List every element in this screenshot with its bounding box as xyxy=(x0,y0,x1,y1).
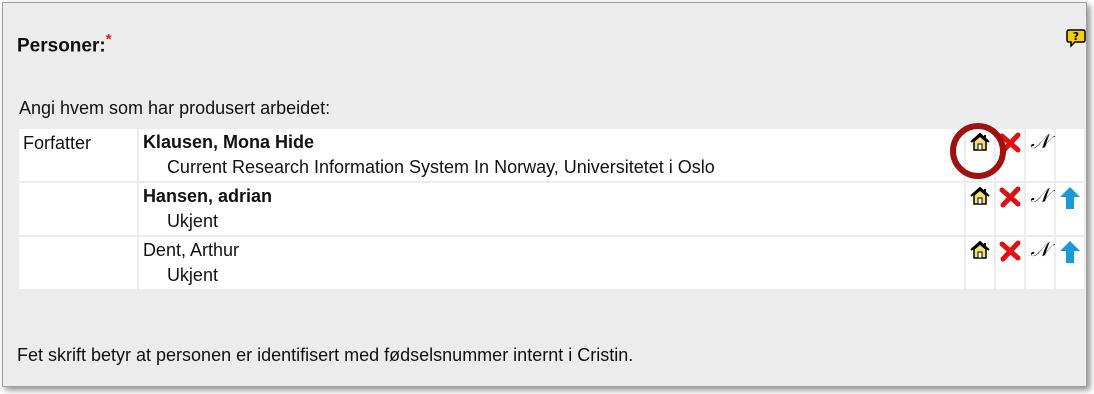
person-affiliation: Ukjent xyxy=(166,265,218,285)
n-icon[interactable]: 𝒩 xyxy=(1026,184,1054,206)
delete-x-icon[interactable] xyxy=(999,240,1021,262)
delete-x-icon[interactable] xyxy=(999,132,1021,154)
action-cell xyxy=(996,237,1024,289)
role-label: Forfatter xyxy=(23,133,92,153)
action-cell: 𝒩 xyxy=(1026,129,1054,181)
table-row: Forfatter Klausen, Mona Hide Current Res… xyxy=(19,129,1084,181)
role-cell xyxy=(19,237,137,289)
table-row: Dent, Arthur Ukjent 𝒩 xyxy=(19,237,1084,289)
person-name: Hansen, adrian xyxy=(142,186,272,206)
comment-question-icon[interactable]: ? xyxy=(1066,28,1086,48)
role-cell: Forfatter xyxy=(19,129,137,181)
n-icon[interactable]: 𝒩 xyxy=(1026,130,1054,152)
person-cell: Klausen, Mona Hide Current Research Info… xyxy=(138,129,965,181)
svg-text:?: ? xyxy=(1073,30,1079,43)
delete-x-icon[interactable] xyxy=(999,186,1021,208)
home-icon[interactable] xyxy=(969,240,991,260)
intro-text: Angi hvem som har produsert arbeidet: xyxy=(19,98,331,118)
person-cell: Hansen, adrian Ukjent xyxy=(138,183,965,235)
required-marker: * xyxy=(105,31,112,48)
persons-panel: Personer:* ? Angi hvem som har produsert… xyxy=(2,2,1087,387)
table-row: Hansen, adrian Ukjent 𝒩 xyxy=(19,183,1084,235)
section-title-text: Personer: xyxy=(17,35,106,57)
move-up-arrow-icon[interactable] xyxy=(1059,240,1081,264)
action-cell xyxy=(1055,183,1084,235)
action-cell xyxy=(996,183,1024,235)
action-cell xyxy=(1055,237,1084,289)
action-cell: 𝒩 xyxy=(1026,183,1054,235)
home-icon[interactable] xyxy=(969,132,991,152)
person-name: Klausen, Mona Hide xyxy=(142,132,314,152)
footer-note: Fet skrift betyr at personen er identifi… xyxy=(17,345,634,365)
persons-table: Forfatter Klausen, Mona Hide Current Res… xyxy=(17,127,1086,291)
n-icon[interactable]: 𝒩 xyxy=(1026,238,1054,260)
action-cell xyxy=(996,129,1024,181)
action-cell xyxy=(966,237,995,289)
person-name: Dent, Arthur xyxy=(142,240,239,260)
role-cell xyxy=(19,183,137,235)
action-cell-empty xyxy=(1055,129,1084,181)
person-affiliation: Current Research Information System In N… xyxy=(166,157,715,177)
section-title: Personer:* xyxy=(17,31,112,57)
person-cell: Dent, Arthur Ukjent xyxy=(138,237,965,289)
person-affiliation: Ukjent xyxy=(166,211,218,231)
action-cell xyxy=(966,129,995,181)
move-up-arrow-icon[interactable] xyxy=(1059,186,1081,210)
home-icon[interactable] xyxy=(969,186,991,206)
action-cell xyxy=(966,183,995,235)
action-cell: 𝒩 xyxy=(1026,237,1054,289)
